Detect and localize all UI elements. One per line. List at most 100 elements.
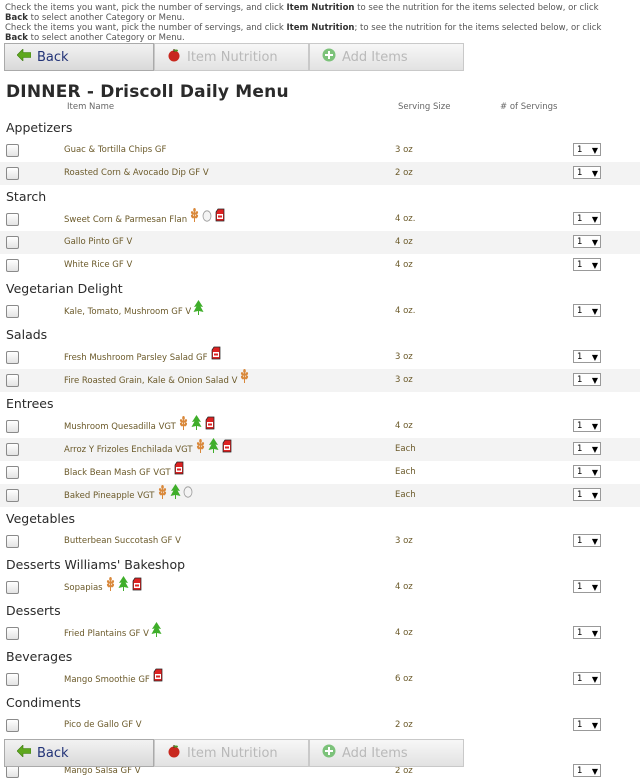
milk-icon (131, 577, 143, 601)
back-button[interactable]: Back (4, 43, 154, 71)
item-name[interactable]: Butterbean Succotash GF V (64, 530, 181, 553)
item-name-text[interactable]: Arroz Y Frizoles Enchilada VGT (64, 439, 193, 462)
item-name[interactable]: Fire Roasted Grain, Kale & Onion Salad V (64, 369, 250, 393)
category-heading: Desserts (6, 603, 61, 618)
item-name[interactable]: White Rice GF V (64, 254, 132, 277)
servings-select[interactable]: 1 (573, 442, 601, 456)
item-name-text[interactable]: Black Bean Mash GF VGT (64, 462, 171, 485)
item-nutrition-button[interactable]: Item Nutrition (154, 739, 309, 767)
item-name-text[interactable]: White Rice GF V (64, 254, 132, 277)
back-arrow-icon (16, 744, 32, 761)
servings-select[interactable]: 1 (573, 718, 601, 732)
servings-select[interactable]: 1 (573, 626, 601, 640)
menu-item-row: Gallo Pinto GF V 4 oz 1 (0, 231, 640, 254)
item-name[interactable]: Roasted Corn & Avocado Dip GF V (64, 162, 209, 185)
item-name-text[interactable]: Baked Pineapple VGT (64, 485, 155, 508)
item-name-text[interactable]: Fresh Mushroom Parsley Salad GF (64, 347, 208, 370)
item-name[interactable]: Gallo Pinto GF V (64, 231, 132, 254)
menu-item-row: Fried Plantains GF V 4 oz 1 (0, 622, 640, 645)
item-checkbox[interactable] (6, 259, 19, 272)
item-checkbox[interactable] (6, 535, 19, 548)
servings-select[interactable]: 1 (573, 373, 601, 387)
servings-select[interactable]: 1 (573, 465, 601, 479)
item-name-text[interactable]: Kale, Tomato, Mushroom GF V (64, 301, 191, 324)
servings-select[interactable]: 1 (573, 212, 601, 226)
item-name-text[interactable]: Mushroom Quesadilla VGT (64, 416, 176, 439)
item-checkbox[interactable] (6, 581, 19, 594)
servings-select[interactable]: 1 (573, 258, 601, 272)
category-heading: Condiments (6, 695, 81, 710)
add-items-button[interactable]: Add Items (309, 739, 464, 767)
item-checkbox[interactable] (6, 443, 19, 456)
servings-select[interactable]: 1 (573, 672, 601, 686)
item-checkbox[interactable] (6, 351, 19, 364)
item-name[interactable]: Fried Plantains GF V (64, 622, 162, 647)
instruction-line-2: Check the items you want, pick the numbe… (5, 23, 602, 43)
bottom-button-bar: Back Item Nutrition Add Items (4, 739, 464, 769)
serving-size: 4 oz. (395, 306, 416, 316)
back-label: Back (37, 49, 69, 65)
item-name-text[interactable]: Mango Smoothie GF (64, 669, 150, 692)
menu-item-row: Fire Roasted Grain, Kale & Onion Salad V… (0, 369, 640, 392)
item-name-text[interactable]: Sopapias (64, 577, 103, 600)
top-button-bar: Back Item Nutrition Add Items (4, 43, 464, 73)
item-name[interactable]: Mango Smoothie GF (64, 668, 164, 692)
item-name[interactable]: Guac & Tortilla Chips GF (64, 139, 166, 162)
item-name[interactable]: Kale, Tomato, Mushroom GF V (64, 300, 204, 325)
item-name-text[interactable]: Roasted Corn & Avocado Dip GF V (64, 162, 209, 185)
item-checkbox[interactable] (6, 420, 19, 433)
item-checkbox[interactable] (6, 167, 19, 180)
item-name[interactable]: Sopapias (64, 576, 143, 601)
category-heading: Desserts Williams' Bakeshop (6, 557, 186, 572)
item-name-text[interactable]: Fire Roasted Grain, Kale & Onion Salad V (64, 370, 237, 393)
menu-item-row: Black Bean Mash GF VGT Each 1 (0, 461, 640, 484)
category-heading: Starch (6, 189, 47, 204)
servings-select[interactable]: 1 (573, 304, 601, 318)
item-name[interactable]: Fresh Mushroom Parsley Salad GF (64, 346, 222, 370)
item-name-text[interactable]: Pico de Gallo GF V (64, 714, 142, 737)
item-name[interactable]: Black Bean Mash GF VGT (64, 461, 185, 485)
item-name-text[interactable]: Fried Plantains GF V (64, 623, 149, 646)
menu-item-row: Mango Smoothie GF 6 oz 1 (0, 668, 640, 691)
serving-size: 4 oz. (395, 214, 416, 224)
milk-icon (214, 208, 226, 232)
servings-select[interactable]: 1 (573, 488, 601, 502)
item-checkbox[interactable] (6, 144, 19, 157)
item-checkbox[interactable] (6, 374, 19, 387)
back-button[interactable]: Back (4, 739, 154, 767)
servings-select[interactable]: 1 (573, 350, 601, 364)
item-checkbox[interactable] (6, 236, 19, 249)
item-name-text[interactable]: Sweet Corn & Parmesan Flan (64, 209, 187, 232)
item-nutrition-button[interactable]: Item Nutrition (154, 43, 309, 71)
milk-icon (152, 668, 164, 692)
servings-select[interactable]: 1 (573, 534, 601, 548)
servings-select[interactable]: 1 (573, 764, 601, 778)
servings-select[interactable]: 1 (573, 235, 601, 249)
item-checkbox[interactable] (6, 466, 19, 479)
item-name-text[interactable]: Gallo Pinto GF V (64, 231, 132, 254)
item-name[interactable]: Sweet Corn & Parmesan Flan (64, 208, 226, 232)
item-name-text[interactable]: Butterbean Succotash GF V (64, 530, 181, 553)
item-checkbox[interactable] (6, 305, 19, 318)
servings-select[interactable]: 1 (573, 419, 601, 433)
item-checkbox[interactable] (6, 489, 19, 502)
servings-select[interactable]: 1 (573, 166, 601, 180)
servings-select[interactable]: 1 (573, 580, 601, 594)
wheat-icon (178, 415, 189, 440)
wheat-icon (157, 484, 168, 509)
add-items-button[interactable]: Add Items (309, 43, 464, 71)
item-name[interactable]: Pico de Gallo GF V (64, 714, 142, 737)
item-name-text[interactable]: Guac & Tortilla Chips GF (64, 139, 166, 162)
item-name[interactable]: Baked Pineapple VGT (64, 484, 193, 509)
item-checkbox[interactable] (6, 673, 19, 686)
milk-icon (173, 461, 185, 485)
item-checkbox[interactable] (6, 627, 19, 640)
vegan-icon (170, 484, 181, 509)
servings-select[interactable]: 1 (573, 143, 601, 157)
item-checkbox[interactable] (6, 213, 19, 226)
egg-icon (202, 209, 212, 232)
header-serving-size: Serving Size (398, 102, 451, 112)
item-checkbox[interactable] (6, 719, 19, 732)
item-name[interactable]: Mushroom Quesadilla VGT (64, 415, 216, 440)
item-name[interactable]: Arroz Y Frizoles Enchilada VGT (64, 438, 233, 463)
